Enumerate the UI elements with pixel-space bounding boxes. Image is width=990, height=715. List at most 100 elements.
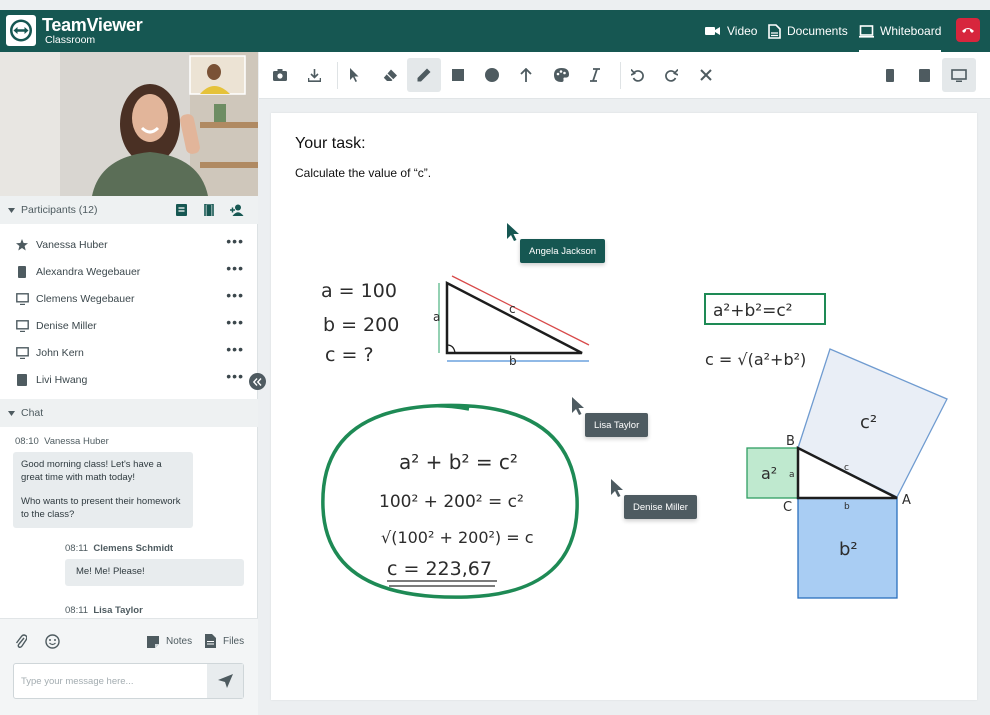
monitor-icon [15,346,29,359]
rectangle-tool[interactable] [441,58,475,92]
square-c-label: c² [860,412,877,433]
participant-list-icon[interactable] [176,204,187,219]
hang-up-icon [962,28,974,33]
participant-row[interactable]: Alexandra Wegebauer ••• [0,258,258,285]
participant-name: Livi Hwang [36,373,88,386]
eraser-tool[interactable] [373,58,407,92]
phone-icon [15,265,29,278]
emoji-icon[interactable] [45,634,60,654]
formula-root: c = √(a²+b²) [705,350,806,369]
clear-button[interactable] [689,58,723,92]
whiteboard-canvas[interactable]: Your task: Calculate the value of “c”. a… [271,113,977,700]
more-options-icon[interactable]: ••• [226,234,244,248]
chat-author: Clemens Schmidt [93,543,174,554]
nav-whiteboard[interactable]: Whiteboard [859,10,942,52]
participant-row[interactable]: Denise Miller ••• [0,312,258,339]
palette-icon [553,68,569,82]
collapse-panel-button[interactable] [249,373,266,390]
solution-line-3: √(100² + 200²) = c [381,528,534,547]
solution-line-1: a² + b² = c² [399,450,518,474]
vertex-b: B [786,434,795,449]
send-button[interactable] [207,664,243,698]
files-button[interactable]: Files [223,636,244,647]
chat-header[interactable]: Chat [0,399,258,427]
end-call-button[interactable] [956,18,980,42]
document-icon [768,23,781,39]
undo-icon [630,68,644,82]
download-tool[interactable] [297,58,331,92]
cursor-tag: Lisa Taylor [585,413,649,437]
text-tool[interactable] [578,58,612,92]
triangle-label-a: a [433,310,440,324]
circle-icon [485,68,499,82]
close-icon [700,69,712,81]
more-options-icon[interactable]: ••• [226,315,244,329]
add-participant-icon[interactable] [230,204,244,219]
given-b: b = 200 [323,314,399,336]
chat-footer: Notes Files [0,618,258,715]
participant-row[interactable]: Livi Hwang ••• [0,366,258,393]
square-icon [452,69,464,81]
screenshot-tool[interactable] [263,58,297,92]
solution-line-4: c = 223,67 [387,558,492,580]
color-tool[interactable] [544,58,578,92]
nav-whiteboard-label: Whiteboard [880,24,942,38]
monitor-icon [15,319,29,332]
nav-documents-label: Documents [787,24,848,38]
triangle-label-b: b [509,354,517,368]
files-icon[interactable] [205,634,216,653]
pen-tool[interactable] [407,58,441,92]
ellipse-tool[interactable] [475,58,509,92]
participant-name: Alexandra Wegebauer [36,265,141,278]
nav-video[interactable]: Video [705,10,757,52]
door-exit-icon[interactable] [204,203,215,219]
phone-icon [886,68,894,82]
given-c: c = ? [325,344,374,366]
drawing-layer: a = 100 b = 200 c = ? a b c a²+b²=c² c =… [321,223,948,599]
square-a-label: a² [761,464,777,483]
cursor-arrow-icon [572,397,584,415]
chat-time: 08:11 [65,605,89,616]
participant-row[interactable]: Vanessa Huber ••• [0,231,258,258]
camera-icon [273,69,287,81]
desktop-view-button[interactable] [942,58,976,92]
chat-line-spacer [21,484,185,496]
download-icon [307,68,321,82]
teacher-video-feed [0,52,258,196]
nav-documents[interactable]: Documents [768,10,848,52]
notes-button[interactable]: Notes [166,636,192,647]
participant-row[interactable]: Clemens Wegebauer ••• [0,285,258,312]
chat-time: 08:11 [65,543,89,554]
more-options-icon[interactable]: ••• [226,261,244,275]
eraser-icon [383,69,397,81]
select-tool[interactable] [337,58,371,92]
message-input-box [13,663,244,699]
chat-line: to the class? [21,508,75,520]
notes-icon[interactable] [147,635,159,653]
paperclip-icon[interactable] [15,634,28,654]
italic-text-icon [590,68,600,82]
pencil-icon [417,68,431,82]
monitor-icon [15,292,29,305]
more-options-icon[interactable]: ••• [226,288,244,302]
arrow-tool[interactable] [509,58,543,92]
chat-bubble: Good morning class! Let's have a great t… [13,452,193,528]
participant-name: Denise Miller [36,319,97,332]
phone-view-button[interactable] [873,58,907,92]
participant-name: Vanessa Huber [36,238,108,251]
message-input[interactable] [14,664,204,698]
collapse-caret-icon [8,204,15,216]
more-options-icon[interactable]: ••• [226,369,244,383]
teamviewer-logo-icon [6,15,36,46]
more-options-icon[interactable]: ••• [226,342,244,356]
chat-bubble: Me! Me! Please! [65,559,244,586]
tablet-view-button[interactable] [907,58,941,92]
participant-name: Clemens Wegebauer [36,292,135,305]
participants-header[interactable]: Participants (12) [0,196,258,224]
redo-button[interactable] [654,58,688,92]
arrow-up-icon [520,68,532,82]
given-a: a = 100 [321,280,397,302]
chat-title: Chat [21,407,44,419]
participant-row[interactable]: John Kern ••• [0,339,258,366]
undo-button[interactable] [620,58,654,92]
